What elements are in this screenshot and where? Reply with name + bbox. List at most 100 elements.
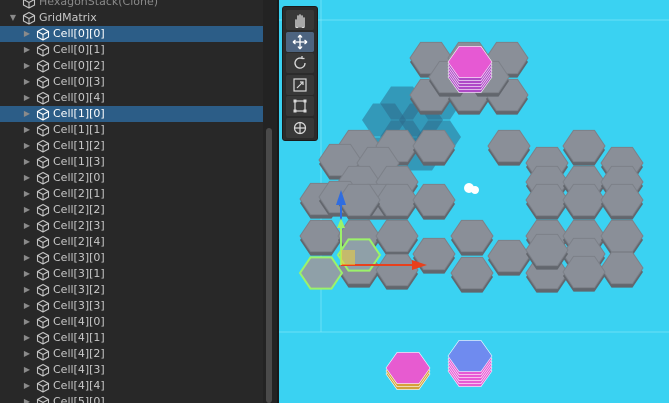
gameobject-cube-icon [36, 59, 50, 73]
hierarchy-item-label: Cell[1][1] [53, 123, 105, 136]
collapse-arrow-icon[interactable]: ▶ [22, 202, 32, 218]
gameobject-cube-icon [36, 203, 50, 217]
collapse-arrow-icon[interactable]: ▶ [22, 154, 32, 170]
hierarchy-row[interactable]: ▶ Cell[2][3] [0, 218, 263, 234]
hierarchy-item-label: Cell[2][2] [53, 203, 105, 216]
selected-hex-tile[interactable] [298, 256, 344, 290]
hierarchy-row[interactable]: ▶ Cell[1][3] [0, 154, 263, 170]
collapse-arrow-icon[interactable]: ▶ [22, 106, 32, 122]
hierarchy-item-label: Cell[2][4] [53, 235, 105, 248]
hierarchy-row[interactable]: ▶ Cell[0][0] [0, 26, 263, 42]
hierarchy-item-label: Cell[0][0] [53, 27, 105, 40]
hierarchy-item-label: Cell[1][3] [53, 155, 105, 168]
collapse-arrow-icon[interactable]: ▶ [22, 234, 32, 250]
hierarchy-row[interactable]: HexagonStack(Clone) [0, 0, 263, 10]
gizmo-z-arrow[interactable] [337, 218, 345, 228]
collapse-arrow-icon[interactable]: ▶ [22, 378, 32, 394]
collapse-arrow-icon[interactable]: ▶ [22, 346, 32, 362]
hierarchy-panel: HexagonStack(Clone) ▼ GridMatrix ▶ Cell[0][0… [0, 0, 263, 403]
hierarchy-item-label: Cell[4][4] [53, 379, 105, 392]
hierarchy-row[interactable]: ▶ Cell[3][3] [0, 298, 263, 314]
move-tool-button[interactable] [286, 31, 314, 52]
scene-view[interactable] [279, 0, 669, 403]
scale-tool-button[interactable] [286, 74, 314, 95]
rect-transform-icon [293, 99, 307, 113]
collapse-arrow-icon[interactable]: ▶ [22, 266, 32, 282]
gameobject-cube-icon [36, 219, 50, 233]
hierarchy-item-label: Cell[2][0] [53, 171, 105, 184]
collapse-arrow-icon[interactable]: ▶ [22, 58, 32, 74]
hierarchy-row[interactable]: ▶ Cell[0][4] [0, 90, 263, 106]
gameobject-cube-icon [36, 299, 50, 313]
hierarchy-item-label: Cell[0][3] [53, 75, 105, 88]
gameobject-cube-icon [36, 123, 50, 137]
hierarchy-item-label: GridMatrix [39, 11, 97, 24]
hierarchy-item-label: Cell[0][2] [53, 59, 105, 72]
hierarchy-item-label: Cell[4][2] [53, 347, 105, 360]
hierarchy-row[interactable]: ▶ Cell[0][2] [0, 58, 263, 74]
hierarchy-row[interactable]: ▶ Cell[3][0] [0, 250, 263, 266]
gameobject-cube-icon [36, 171, 50, 185]
hierarchy-row[interactable]: ▶ Cell[2][0] [0, 170, 263, 186]
collapse-arrow-icon[interactable]: ▶ [22, 90, 32, 106]
scene-toolbar [282, 6, 318, 141]
collapse-arrow-icon[interactable]: ▶ [22, 42, 32, 58]
hierarchy-item-label: Cell[1][0] [53, 107, 105, 120]
scene-canvas[interactable] [279, 0, 669, 403]
hierarchy-row[interactable]: ▶ Cell[2][2] [0, 202, 263, 218]
gizmo-plane-handle[interactable] [341, 250, 355, 265]
gameobject-cube-icon [22, 11, 36, 25]
hierarchy-row[interactable]: ▶ Cell[4][1] [0, 330, 263, 346]
expand-arrow-icon[interactable]: ▼ [8, 10, 18, 26]
hierarchy-row[interactable]: ▶ Cell[4][2] [0, 346, 263, 362]
gameobject-cube-icon [36, 91, 50, 105]
collapse-arrow-icon[interactable]: ▶ [22, 74, 32, 90]
hierarchy-item-label: Cell[4][3] [53, 363, 105, 376]
collapse-arrow-icon[interactable]: ▶ [22, 298, 32, 314]
collapse-arrow-icon[interactable]: ▶ [22, 170, 32, 186]
transform-tool-button[interactable] [286, 117, 314, 138]
hierarchy-item-label: Cell[4][0] [53, 315, 105, 328]
gameobject-cube-icon [36, 187, 50, 201]
hierarchy-item-label: Cell[3][2] [53, 283, 105, 296]
hierarchy-row[interactable]: ▶ Cell[4][3] [0, 362, 263, 378]
rect-tool-button[interactable] [286, 96, 314, 116]
hierarchy-row[interactable]: ▶ Cell[2][1] [0, 186, 263, 202]
collapse-arrow-icon[interactable]: ▶ [22, 122, 32, 138]
gameobject-cube-icon [36, 267, 50, 281]
gameobject-cube-icon [36, 27, 50, 41]
hierarchy-row[interactable]: ▶ Cell[0][3] [0, 74, 263, 90]
rotate-tool-button[interactable] [286, 53, 314, 73]
hierarchy-row[interactable]: ▶ Cell[1][2] [0, 138, 263, 154]
collapse-arrow-icon[interactable]: ▶ [22, 394, 32, 403]
collapse-arrow-icon[interactable]: ▶ [22, 250, 32, 266]
hand-tool-button[interactable] [286, 10, 314, 30]
scale-icon [293, 77, 307, 92]
collapse-arrow-icon[interactable]: ▶ [22, 186, 32, 202]
gameobject-cube-icon [36, 347, 50, 361]
collapse-arrow-icon[interactable]: ▶ [22, 330, 32, 346]
hierarchy-row[interactable]: ▶ Cell[1][1] [0, 122, 263, 138]
hierarchy-row[interactable]: ▶ Cell[1][0] [0, 106, 263, 122]
hierarchy-row[interactable]: ▶ Cell[4][4] [0, 378, 263, 394]
hierarchy-item-label: Cell[4][1] [53, 331, 105, 344]
hierarchy-row[interactable]: ▶ Cell[5][0] [0, 394, 263, 403]
hierarchy-row[interactable]: ▶ Cell[3][2] [0, 282, 263, 298]
collapse-arrow-icon[interactable]: ▶ [22, 218, 32, 234]
hierarchy-row[interactable]: ▶ Cell[2][4] [0, 234, 263, 250]
gameobject-cube-icon [36, 235, 50, 249]
hierarchy-item-label: Cell[5][0] [53, 395, 105, 403]
collapse-arrow-icon[interactable]: ▶ [22, 138, 32, 154]
hierarchy-item-label: Cell[3][3] [53, 299, 105, 312]
hierarchy-item-label: HexagonStack(Clone) [39, 0, 159, 8]
collapse-arrow-icon[interactable]: ▶ [22, 282, 32, 298]
collapse-arrow-icon[interactable]: ▶ [22, 314, 32, 330]
collapse-arrow-icon[interactable]: ▶ [22, 362, 32, 378]
hierarchy-row[interactable]: ▶ Cell[3][1] [0, 266, 263, 282]
hierarchy-scrollbar-thumb[interactable] [266, 128, 272, 403]
hierarchy-row[interactable]: ▼ GridMatrix [0, 10, 263, 26]
hierarchy-row[interactable]: ▶ Cell[4][0] [0, 314, 263, 330]
hierarchy-row[interactable]: ▶ Cell[0][1] [0, 42, 263, 58]
hierarchy-item-label: Cell[1][2] [53, 139, 105, 152]
collapse-arrow-icon[interactable]: ▶ [22, 26, 32, 42]
